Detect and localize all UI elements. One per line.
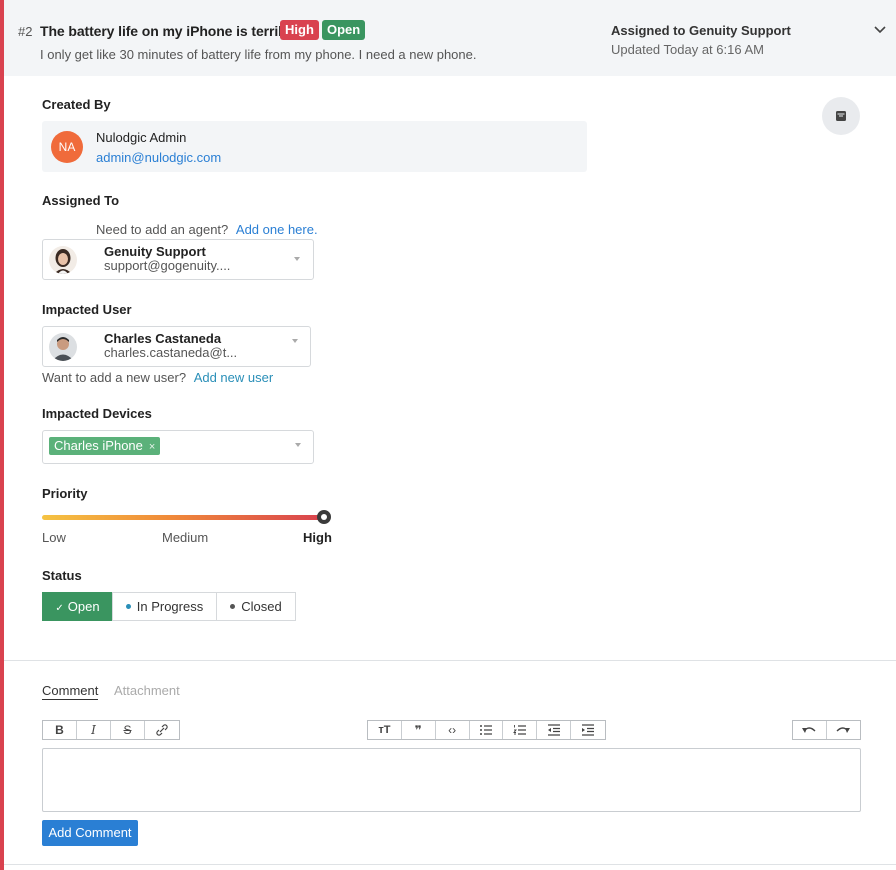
priority-medium-label: Medium — [162, 530, 209, 545]
archive-icon — [836, 111, 846, 121]
format-toolbar-block: ᴛT ❞ ‹› — [367, 720, 606, 740]
tab-attachment[interactable]: Attachment — [114, 683, 180, 698]
device-chip-label: Charles iPhone — [54, 438, 143, 453]
ticket-title: The battery life on my iPhone is terribl… — [40, 23, 302, 39]
status-open-label: Open — [67, 599, 100, 614]
chip-remove-icon[interactable]: × — [149, 441, 155, 453]
closed-dot-icon — [230, 604, 236, 609]
heading-icon[interactable]: ᴛT — [368, 721, 402, 739]
history-toolbar — [792, 720, 861, 740]
status-closed-button[interactable]: Closed — [216, 592, 296, 621]
outdent-icon[interactable] — [537, 721, 572, 739]
undo-icon[interactable] — [793, 721, 827, 739]
quote-icon[interactable]: ❞ — [402, 721, 436, 739]
impacted-user-caret-icon — [292, 339, 298, 343]
add-new-user-link[interactable]: Add new user — [194, 370, 274, 385]
impacted-user-name: Charles Castaneda — [104, 331, 222, 346]
status-in-progress-button[interactable]: In Progress — [112, 592, 217, 621]
impacted-user-email: charles.castaneda@t... — [104, 345, 238, 360]
bottom-divider — [4, 864, 896, 865]
status-closed-label: Closed — [241, 599, 282, 614]
status-badge: Open — [322, 20, 366, 40]
status-in-progress-label: In Progress — [136, 599, 204, 614]
updated-timestamp: Updated Today at 6:16 AM — [611, 42, 764, 57]
agent-name: Genuity Support — [104, 244, 206, 259]
comment-editor[interactable] — [42, 748, 861, 812]
in-progress-dot-icon — [125, 604, 131, 609]
chevron-down-icon[interactable] — [873, 22, 887, 36]
assigned-summary: Assigned to Genuity Support — [611, 23, 791, 38]
add-agent-link[interactable]: Add one here. — [236, 222, 318, 237]
format-toolbar-text: B I S — [42, 720, 180, 740]
status-label: Status — [42, 568, 82, 583]
add-agent-hint: Need to add an agent? Add one here. — [96, 222, 318, 237]
status-open-button[interactable]: ✓ Open — [42, 592, 113, 621]
impacted-user-label: Impacted User — [42, 302, 132, 317]
ticket-number: #2 — [18, 24, 33, 39]
created-by-label: Created By — [42, 97, 111, 112]
agent-email: support@gogenuity.... — [104, 258, 231, 273]
priority-slider-handle[interactable] — [317, 510, 331, 524]
add-comment-button[interactable]: Add Comment — [42, 820, 138, 846]
numbered-list-icon[interactable] — [503, 721, 538, 739]
archive-button[interactable] — [822, 97, 860, 135]
tab-comment[interactable]: Comment — [42, 683, 99, 700]
user-avatar — [49, 333, 77, 361]
priority-slider-track[interactable] — [42, 515, 324, 520]
code-icon[interactable]: ‹› — [436, 721, 470, 739]
add-agent-hint-text: Need to add an agent? — [96, 222, 229, 237]
redo-icon[interactable] — [827, 721, 861, 739]
ticket-description: I only get like 30 minutes of battery li… — [40, 47, 477, 62]
assigned-to-caret-icon — [294, 257, 300, 261]
impacted-devices-label: Impacted Devices — [42, 406, 152, 421]
priority-badge: High — [280, 20, 319, 40]
devices-caret-icon — [295, 443, 301, 447]
priority-low-label: Low — [42, 530, 66, 545]
creator-email-link[interactable]: admin@nulodgic.com — [96, 150, 221, 165]
creator-avatar: NA — [51, 131, 83, 163]
creator-name: Nulodgic Admin — [96, 130, 187, 145]
add-user-hint: Want to add a new user? Add new user — [42, 370, 273, 385]
ticket-priority-bar — [0, 0, 4, 870]
check-icon: ✓ — [55, 603, 64, 614]
link-icon[interactable] — [145, 721, 179, 739]
assigned-to-label: Assigned To — [42, 193, 120, 208]
add-user-hint-text: Want to add a new user? — [42, 370, 187, 385]
bold-icon[interactable]: B — [43, 721, 77, 739]
italic-icon[interactable]: I — [77, 721, 111, 739]
device-chip: Charles iPhone × — [49, 437, 161, 455]
bullet-list-icon[interactable] — [470, 721, 504, 739]
priority-high-label: High — [303, 530, 332, 545]
strikethrough-icon[interactable]: S — [111, 721, 145, 739]
agent-avatar — [49, 246, 77, 274]
priority-label: Priority — [42, 486, 88, 501]
indent-icon[interactable] — [571, 721, 605, 739]
section-divider — [4, 660, 896, 661]
